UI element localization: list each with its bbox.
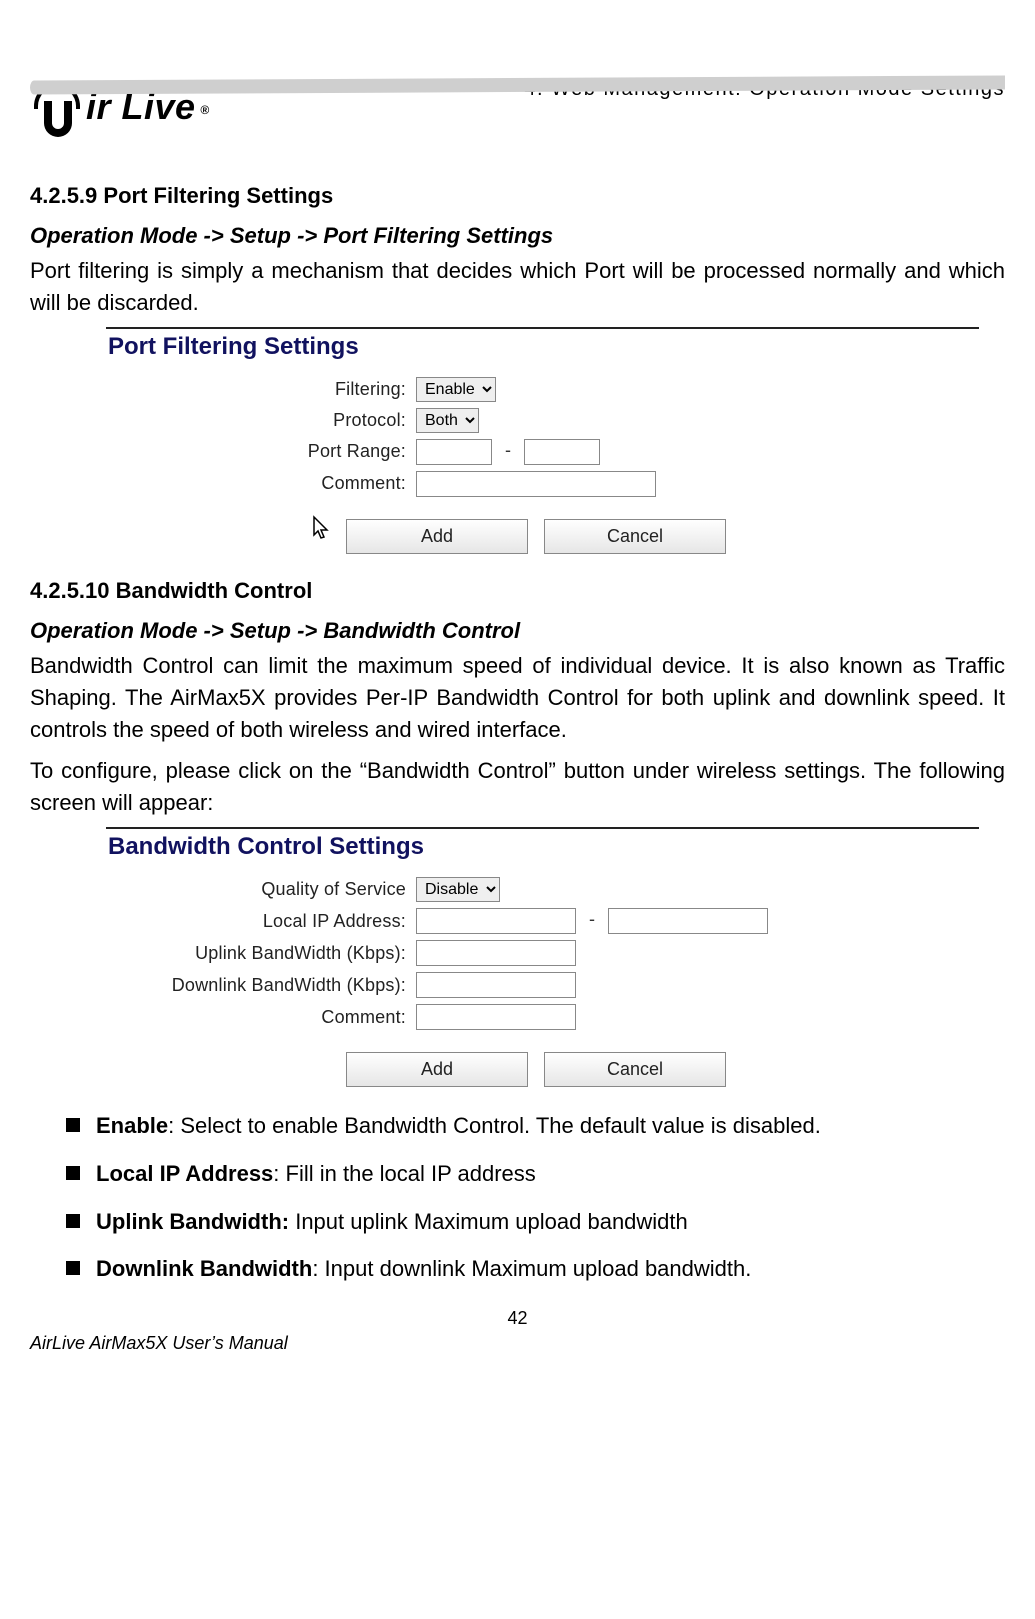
breadcrumb-port-filtering: Operation Mode -> Setup -> Port Filterin… bbox=[30, 223, 1005, 249]
input-uplink[interactable] bbox=[416, 940, 576, 966]
range-separator: - bbox=[589, 909, 595, 929]
input-downlink[interactable] bbox=[416, 972, 576, 998]
form-bandwidth: Quality of Service Disable Local IP Addr… bbox=[146, 877, 979, 1087]
select-protocol[interactable]: Both bbox=[416, 408, 479, 433]
input-comment[interactable] bbox=[416, 471, 656, 497]
cancel-button[interactable]: Cancel bbox=[544, 519, 726, 554]
label-uplink: Uplink BandWidth (Kbps): bbox=[146, 943, 416, 964]
label-comment-bw: Comment: bbox=[146, 1007, 416, 1028]
body-bandwidth-2: To configure, please click on the “Bandw… bbox=[30, 755, 1005, 819]
label-downlink: Downlink BandWidth (Kbps): bbox=[146, 975, 416, 996]
cancel-button-bw[interactable]: Cancel bbox=[544, 1052, 726, 1087]
select-qos[interactable]: Disable bbox=[416, 877, 500, 902]
add-button[interactable]: Add bbox=[346, 519, 528, 554]
input-port-from[interactable] bbox=[416, 439, 492, 465]
label-port-range: Port Range: bbox=[146, 441, 416, 462]
label-protocol: Protocol: bbox=[146, 410, 416, 431]
form-port-filtering: Filtering: Enable Protocol: Both Port Ra… bbox=[146, 377, 979, 554]
list-item: Downlink Bandwidth: Input downlink Maxim… bbox=[66, 1254, 1005, 1284]
page-footer: 42 AirLive AirMax5X User’s Manual bbox=[30, 1308, 1005, 1354]
input-comment-bw[interactable] bbox=[416, 1004, 576, 1030]
panel-title-bandwidth: Bandwidth Control Settings bbox=[108, 833, 979, 861]
bullet-label: Local IP Address bbox=[96, 1161, 273, 1186]
bullet-label: Uplink Bandwidth: bbox=[96, 1209, 289, 1234]
input-port-to[interactable] bbox=[524, 439, 600, 465]
list-item: Enable: Select to enable Bandwidth Contr… bbox=[66, 1111, 1005, 1141]
page-header: 4. Web Management: Operation Mode Settin… bbox=[30, 78, 1005, 158]
page-number: 42 bbox=[30, 1308, 1005, 1329]
panel-divider bbox=[106, 827, 979, 829]
body-bandwidth-1: Bandwidth Control can limit the maximum … bbox=[30, 650, 1005, 746]
input-local-ip-to[interactable] bbox=[608, 908, 768, 934]
panel-title-port-filtering: Port Filtering Settings bbox=[108, 333, 979, 361]
bullet-list: Enable: Select to enable Bandwidth Contr… bbox=[30, 1111, 1005, 1284]
bullet-text: : Input downlink Maximum upload bandwidt… bbox=[312, 1256, 751, 1281]
bullet-text: : Fill in the local IP address bbox=[273, 1161, 536, 1186]
label-filtering: Filtering: bbox=[146, 379, 416, 400]
cursor-icon bbox=[312, 515, 332, 547]
bullet-label: Enable bbox=[96, 1113, 168, 1138]
section-heading-port-filtering: 4.2.5.9 Port Filtering Settings bbox=[30, 183, 1005, 209]
panel-port-filtering: Port Filtering Settings Filtering: Enabl… bbox=[106, 327, 979, 554]
breadcrumb-bandwidth: Operation Mode -> Setup -> Bandwidth Con… bbox=[30, 618, 1005, 644]
panel-bandwidth: Bandwidth Control Settings Quality of Se… bbox=[106, 827, 979, 1087]
list-item: Local IP Address: Fill in the local IP a… bbox=[66, 1159, 1005, 1189]
bullet-text: : Select to enable Bandwidth Control. Th… bbox=[168, 1113, 821, 1138]
add-button-bw[interactable]: Add bbox=[346, 1052, 528, 1087]
range-separator: - bbox=[505, 440, 511, 460]
footer-manual-title: AirLive AirMax5X User’s Manual bbox=[30, 1333, 288, 1354]
label-qos: Quality of Service bbox=[146, 879, 416, 900]
body-port-filtering: Port filtering is simply a mechanism tha… bbox=[30, 255, 1005, 319]
label-comment: Comment: bbox=[146, 473, 416, 494]
input-local-ip-from[interactable] bbox=[416, 908, 576, 934]
select-filtering[interactable]: Enable bbox=[416, 377, 496, 402]
bullet-text: Input uplink Maximum upload bandwidth bbox=[289, 1209, 688, 1234]
panel-divider bbox=[106, 327, 979, 329]
label-local-ip: Local IP Address: bbox=[146, 911, 416, 932]
bullet-label: Downlink Bandwidth bbox=[96, 1256, 312, 1281]
section-heading-bandwidth: 4.2.5.10 Bandwidth Control bbox=[30, 578, 1005, 604]
list-item: Uplink Bandwidth: Input uplink Maximum u… bbox=[66, 1207, 1005, 1237]
